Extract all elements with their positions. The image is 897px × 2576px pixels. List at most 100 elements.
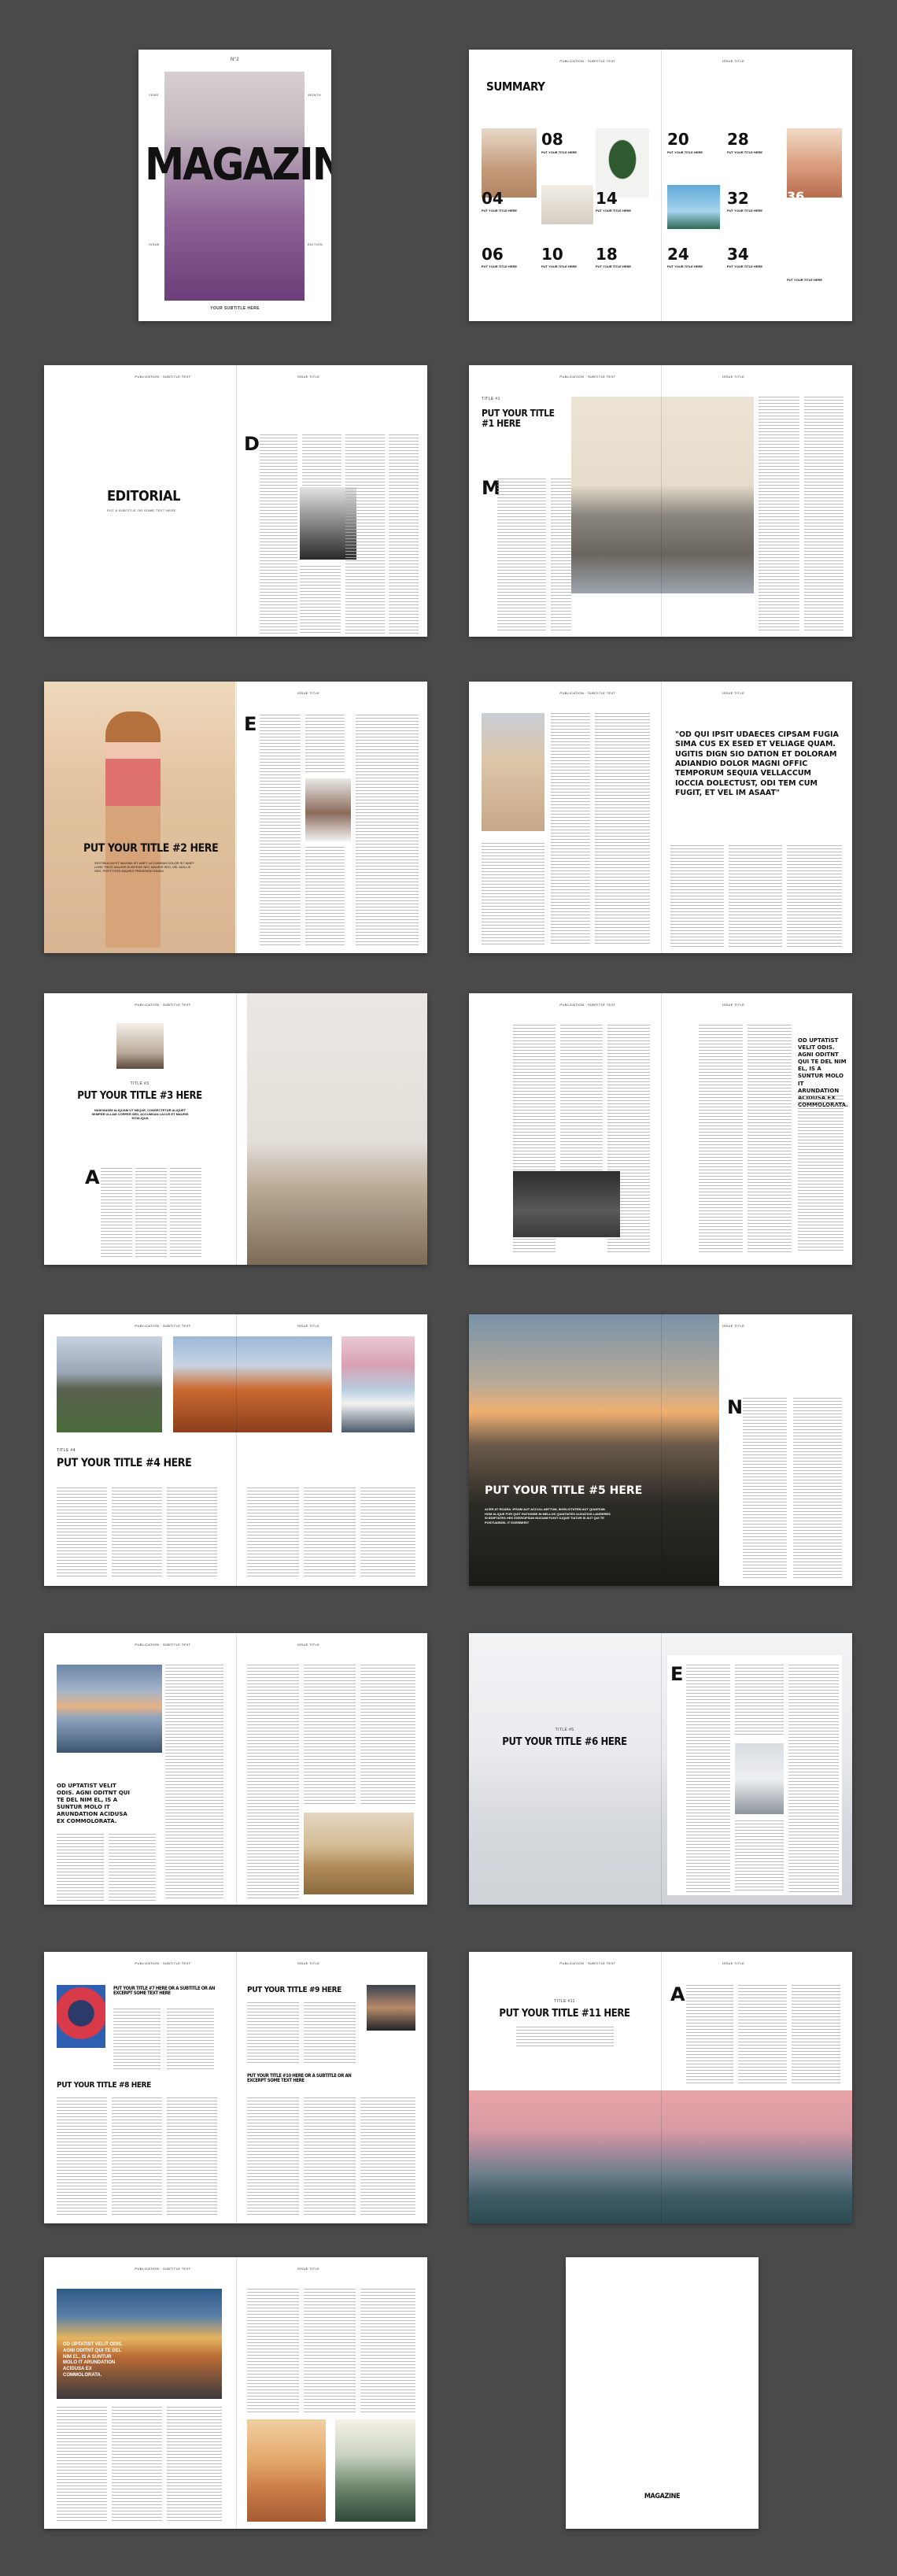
titles-spread: PUBLICATION · SUBTITLE TEXT ISSUE TITLE … xyxy=(44,1952,427,2223)
quote-spread: PUBLICATION · SUBTITLE TEXT ISSUE TITLE … xyxy=(469,682,852,953)
title5-heading: PUT YOUR TITLE #5 HERE xyxy=(485,1484,643,1497)
titles-body-text xyxy=(167,2097,217,2216)
title4-body-text xyxy=(360,1488,415,1578)
title1-body-text xyxy=(551,479,571,632)
snow-road-photo xyxy=(735,1743,784,1814)
editorial-body-text xyxy=(389,434,419,635)
text-spread: PUBLICATION · SUBTITLE TEXT ISSUE TITLE … xyxy=(469,993,852,1265)
title11-lead xyxy=(516,2027,614,2049)
title4-spread: PUBLICATION · SUBTITLE TEXT ISSUE TITLE … xyxy=(44,1314,427,1586)
woman-coat-photo xyxy=(482,713,544,831)
pull-quote: "OD QUI IPSIT UDAECES CIPSAM FUGIA SIMA … xyxy=(675,730,839,798)
header-right: ISSUE TITLE xyxy=(297,1643,320,1646)
header-left: PUBLICATION · SUBTITLE TEXT xyxy=(135,375,191,379)
cover-side-left: YEAR xyxy=(149,93,159,97)
editorial-body-text xyxy=(302,434,341,490)
title3-kicker: TITLE #3 xyxy=(130,1081,150,1086)
editorial-body-text xyxy=(345,434,385,635)
desert-dune-photo xyxy=(173,1336,332,1432)
header-right: ISSUE TITLE xyxy=(297,2267,320,2271)
title2-lead: VESTIBULUM ET MAXIMA SIT AMET, ACCUMSAN … xyxy=(94,861,194,874)
title1-body-text xyxy=(804,397,843,633)
title1-body-text xyxy=(759,397,799,633)
header-left: PUBLICATION · SUBTITLE TEXT xyxy=(559,1961,616,1965)
title4-body-text xyxy=(247,1488,299,1578)
landscape-body-text xyxy=(109,1834,156,1901)
text-body-text xyxy=(748,1025,792,1253)
small-interior-photo xyxy=(116,1023,164,1069)
titles-body-text xyxy=(57,2097,107,2216)
cover-title: MAGAZINE xyxy=(145,139,331,190)
back-cover-title: MAGAZINE xyxy=(644,2493,681,2500)
header-right: ISSUE TITLE xyxy=(297,1324,320,1328)
mountain-valley-photo xyxy=(57,1336,162,1432)
header-left: PUBLICATION · SUBTITLE TEXT xyxy=(135,1961,191,1965)
header-right: ISSUE TITLE xyxy=(722,691,745,695)
summary-item-title: PUT YOUR TITLE HERE xyxy=(667,264,703,268)
summary-num: 10 xyxy=(541,245,563,264)
title1-spread: PUBLICATION · SUBTITLE TEXT ISSUE TITLE … xyxy=(469,365,852,637)
summary-photo-woman xyxy=(482,128,537,198)
colorful-portrait-photo xyxy=(57,1985,105,2048)
quote-body-text xyxy=(729,845,782,948)
final-body-text xyxy=(304,2289,356,2415)
title11-spread: PUBLICATION · SUBTITLE TEXT ISSUE TITLE … xyxy=(469,1952,852,2223)
title7-heading: PUT YOUR TITLE #7 HERE OR A SUBTITLE OR … xyxy=(113,1986,216,1997)
dining-room-photo xyxy=(247,993,427,1265)
title11-dropcap: A xyxy=(670,1983,685,2005)
titles-body-text xyxy=(247,2002,299,2065)
editorial-spread: PUBLICATION · SUBTITLE TEXT ISSUE TITLE … xyxy=(44,365,427,637)
header-right: ISSUE TITLE xyxy=(722,1003,745,1007)
text-body-text xyxy=(560,1025,603,1182)
landscape-quote: OD UPTATIST VELIT ODIS. AGNI ODITNT QUI … xyxy=(57,1783,131,1825)
summary-item-title: PUT YOUR TITLE HERE xyxy=(482,209,518,213)
title11-body-text xyxy=(686,1985,733,2086)
title4-body-text xyxy=(57,1488,107,1578)
header-left: PUBLICATION · SUBTITLE TEXT xyxy=(135,1003,191,1007)
title5-spread: ISSUE TITLE PUT YOUR TITLE #5 HERE ACER … xyxy=(469,1314,852,1586)
title4-body-text xyxy=(167,1488,217,1578)
header-left: PUBLICATION · SUBTITLE TEXT xyxy=(135,2267,191,2271)
title3-heading: PUT YOUR TITLE #3 HERE xyxy=(77,1090,202,1102)
cover-side-left-2: ISSUE xyxy=(149,242,161,246)
title3-body-text xyxy=(170,1168,201,1258)
summary-photo-arch xyxy=(787,128,842,198)
title6-spread: PUBLICATION · SUBTITLE TEXT ISSUE TITLE … xyxy=(469,1633,852,1905)
summary-item-title: PUT YOUR TITLE HERE xyxy=(727,150,763,154)
final-body-text xyxy=(360,2289,415,2415)
back-cover: MAGAZINE xyxy=(566,2257,759,2529)
title4-body-text xyxy=(304,1488,356,1578)
title5-body-text xyxy=(743,1398,787,1579)
title3-dropcap: A xyxy=(85,1166,100,1188)
title11-heading: PUT YOUR TITLE #11 HERE xyxy=(499,2008,630,2020)
summary-item-title: PUT YOUR TITLE HERE xyxy=(482,264,518,268)
final-caption: OD UPTATIST VELIT ODIS. AGNI ODITNT QUI … xyxy=(63,2342,123,2378)
summary-item-title: PUT YOUR TITLE HERE xyxy=(596,264,632,268)
landscape-body-text xyxy=(165,1665,223,1901)
sunset-mountain-photo xyxy=(469,1314,719,1586)
header-left: PUBLICATION · SUBTITLE TEXT xyxy=(559,375,616,379)
header-right: ISSUE TITLE xyxy=(722,1961,745,1965)
quote-body-text xyxy=(595,713,650,945)
summary-item-title: PUT YOUR TITLE HERE xyxy=(727,264,763,268)
title2-body-text xyxy=(305,847,345,947)
header-right: ISSUE TITLE xyxy=(297,1961,320,1965)
titles-body-text xyxy=(167,2009,214,2072)
template-preview: N°2 YEAR MONTH ISSUE EDITION MAGAZINE YO… xyxy=(0,0,897,2576)
title2-dropcap: E xyxy=(244,713,257,735)
summary-num: 08 xyxy=(541,130,563,149)
final-body-text xyxy=(167,2407,222,2521)
quote-body-text xyxy=(551,713,590,945)
summary-num: 18 xyxy=(596,245,618,264)
lake-reflection-photo xyxy=(57,1665,162,1753)
landscape-body-text xyxy=(360,1665,415,1806)
title3-body-text xyxy=(135,1168,167,1258)
text-body-text xyxy=(699,1025,743,1253)
summary-num: 06 xyxy=(482,245,504,264)
header-left: PUBLICATION · SUBTITLE TEXT xyxy=(559,59,616,63)
title8-heading: PUT YOUR TITLE #8 HERE xyxy=(57,2081,151,2090)
editorial-subtitle: PUT A SUBTITLE OR SOME TEXT HERE xyxy=(107,508,176,512)
title11-kicker: TITLE #11 xyxy=(554,1999,575,2004)
final-body-text xyxy=(247,2289,299,2415)
title5-body-text xyxy=(793,1398,842,1579)
